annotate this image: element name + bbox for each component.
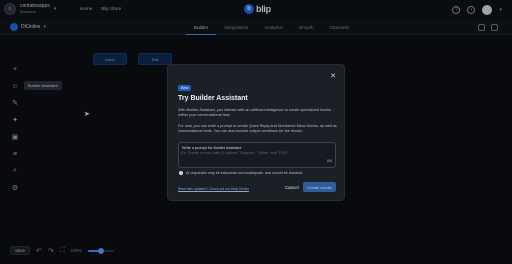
beta-badge: Beta	[178, 85, 192, 91]
checkbox[interactable]	[179, 171, 183, 175]
prompt-field[interactable]: Write a prompt for Builder Assistant 0/0	[178, 142, 336, 168]
create-blocks-button[interactable]: Create blocks	[303, 182, 336, 192]
modal-description-1: With Builder Assistant, you interact wit…	[178, 108, 332, 117]
modal-title: Try Builder Assistant	[178, 95, 248, 102]
help-center-link[interactable]: Want new updates? Check out our Help Cen…	[178, 187, 249, 191]
prompt-char-count: 0/0	[327, 159, 332, 163]
builder-assistant-modal: ✕ Beta Try Builder Assistant With Builde…	[167, 64, 345, 201]
disclaimer-checkbox-row[interactable]: AI responses may be inaccurate and inade…	[179, 171, 303, 175]
prompt-label: Write a prompt for Builder Assistant	[182, 146, 242, 150]
cancel-button[interactable]: Cancel	[283, 183, 301, 192]
disclaimer-text: AI responses may be inaccurate and inade…	[186, 171, 304, 175]
modal-description-2: For now, you can write a prompt to creat…	[178, 124, 337, 133]
close-icon[interactable]: ✕	[330, 72, 336, 80]
prompt-input[interactable]	[181, 151, 321, 155]
